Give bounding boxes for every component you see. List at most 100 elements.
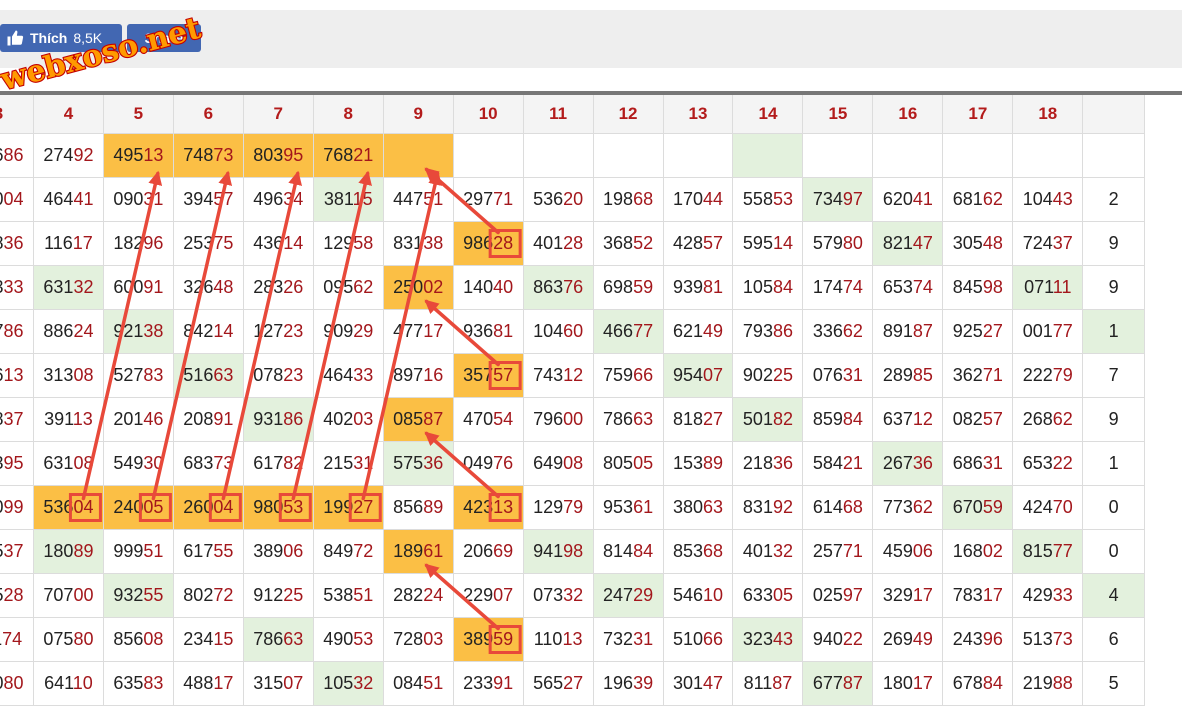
- result-cell: 12723: [242, 309, 314, 354]
- result-cell: 9: [1082, 397, 1145, 442]
- result-cell: 63132: [32, 265, 104, 310]
- result-cell: 80395: [242, 133, 314, 178]
- result-cell: 74873: [172, 133, 244, 178]
- result-cell: 22907: [452, 573, 524, 618]
- result-cell: 10443: [1012, 177, 1084, 222]
- result-cell: 79386: [732, 309, 804, 354]
- result-cell: 94198: [522, 529, 594, 574]
- result-cell: 11617: [32, 221, 104, 266]
- result-cell: 02597: [802, 573, 874, 618]
- result-cell: [732, 133, 804, 178]
- result-cell: 47717: [382, 309, 454, 354]
- result-cell: 33662: [802, 309, 874, 354]
- result-cell: [592, 133, 664, 178]
- result-cell: 12979: [522, 485, 594, 530]
- result-cell: 40132: [732, 529, 804, 574]
- result-cell: 62041: [872, 177, 944, 222]
- result-cell: 67884: [942, 661, 1014, 706]
- result-cell: 55853: [732, 177, 804, 222]
- result-cell: 88624: [32, 309, 104, 354]
- result-cell: 28326: [242, 265, 314, 310]
- table-top-border: [0, 91, 1182, 95]
- table-row: 7900446441090313945749634381154475129771…: [0, 177, 1145, 222]
- result-cell: 08451: [382, 661, 454, 706]
- result-cell: 17044: [662, 177, 734, 222]
- result-cell: 19927: [312, 485, 384, 530]
- result-cell: 83192: [732, 485, 804, 530]
- column-header: 17: [942, 94, 1014, 134]
- result-cell: 84972: [312, 529, 384, 574]
- result-cell: 81577: [1012, 529, 1084, 574]
- result-cell: 63583: [102, 661, 174, 706]
- result-cell: 68631: [942, 441, 1014, 486]
- result-cell: 18296: [102, 221, 174, 266]
- result-cell: 16802: [942, 529, 1014, 574]
- result-cell: 10584: [732, 265, 804, 310]
- result-cell: [382, 133, 454, 178]
- result-cell: 78663: [242, 617, 314, 662]
- table-row: 3653718089999516175538906849721896120669…: [0, 529, 1145, 574]
- result-cell: 18089: [32, 529, 104, 574]
- result-cell: 1: [1082, 441, 1145, 486]
- result-cell: 95407: [662, 353, 734, 398]
- result-cell: 23391: [452, 661, 524, 706]
- result-cell: 49513: [102, 133, 174, 178]
- result-cell: 54930: [102, 441, 174, 486]
- result-cell: 53851: [312, 573, 384, 618]
- result-cell: 26862: [1012, 397, 1084, 442]
- result-cell: 25002: [382, 265, 454, 310]
- result-cell: 49634: [242, 177, 314, 222]
- result-cell: 75966: [592, 353, 664, 398]
- result-cell: 46433: [312, 353, 384, 398]
- result-cell: 85984: [802, 397, 874, 442]
- result-cell: 10460: [522, 309, 594, 354]
- result-cell: 07111: [1012, 265, 1084, 310]
- result-cell: 82147: [872, 221, 944, 266]
- result-cell: 79004: [0, 177, 34, 222]
- result-cell: 64110: [32, 661, 104, 706]
- result-cell: 61782: [242, 441, 314, 486]
- result-cell: 85608: [102, 617, 174, 662]
- result-cell: 92527: [942, 309, 1014, 354]
- result-cell: 72437: [1012, 221, 1084, 266]
- table-row: 4761331308527835166307823464338971635757…: [0, 353, 1145, 398]
- result-cell: 85368: [662, 529, 734, 574]
- result-cell: 73497: [802, 177, 874, 222]
- result-cell: 79600: [522, 397, 594, 442]
- result-cell: [872, 133, 944, 178]
- table-header-row: 3456789101112131415161718: [0, 94, 1145, 134]
- facebook-like-button[interactable]: Thích 8,5K: [0, 24, 122, 52]
- result-cell: 64908: [522, 441, 594, 486]
- table-row: 3139563108549306837361782215315753604976…: [0, 441, 1145, 486]
- result-cell: [942, 133, 1014, 178]
- result-cell: 43614: [242, 221, 314, 266]
- result-cell: 21988: [1012, 661, 1084, 706]
- result-cell: 32917: [872, 573, 944, 618]
- result-cell: 07823: [242, 353, 314, 398]
- result-cell: 70700: [32, 573, 104, 618]
- result-cell: 48817: [172, 661, 244, 706]
- result-cell: 12958: [312, 221, 384, 266]
- result-cell: 10532: [312, 661, 384, 706]
- results-table-viewport[interactable]: 3456789101112131415161718 63686274924951…: [0, 91, 1182, 712]
- result-cell: 17474: [802, 265, 874, 310]
- result-cell: 85836: [0, 221, 34, 266]
- result-cell: 93255: [102, 573, 174, 618]
- result-cell: 74312: [522, 353, 594, 398]
- result-cell: 7: [1082, 353, 1145, 398]
- result-cell: 25771: [802, 529, 874, 574]
- result-cell: 42857: [662, 221, 734, 266]
- result-cell: 1: [1082, 309, 1145, 354]
- result-cell: 81827: [662, 397, 734, 442]
- facebook-share-button[interactable]: Share: [127, 24, 201, 52]
- result-cell: 39457: [172, 177, 244, 222]
- result-cell: 19639: [592, 661, 664, 706]
- result-cell: 25375: [172, 221, 244, 266]
- column-header: 9: [382, 94, 454, 134]
- column-header: 12: [592, 94, 664, 134]
- result-cell: 23415: [172, 617, 244, 662]
- result-cell: 55099: [0, 485, 34, 530]
- result-cell: 19837: [0, 397, 34, 442]
- result-cell: 51663: [172, 353, 244, 398]
- result-cell: 09562: [312, 265, 384, 310]
